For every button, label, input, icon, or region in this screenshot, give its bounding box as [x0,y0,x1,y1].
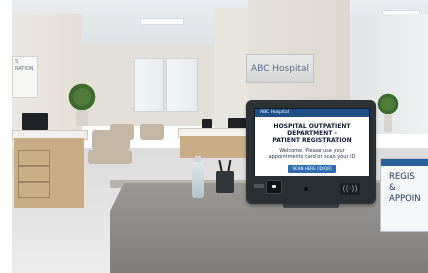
kiosk-message-line2: appointments card or scan your ID [268,154,356,160]
camera-icon [304,187,308,191]
hospital-lobby-scene: S RATION ABC Hospital ABC Hospital HOSPI… [0,0,428,273]
sign-line3: APPOIN [389,194,421,204]
waiting-chair [110,124,134,140]
window [134,58,164,112]
kiosk-welcome-message: Welcome. Please use your appointments ca… [255,148,369,160]
window [166,58,198,112]
left-wall-sign: S RATION [12,56,38,98]
kiosk-title-line1: HOSPITAL OUTPATIENT DEPARTMENT - [273,123,351,137]
plant-pot [384,114,392,132]
hospital-wall-sign: ABC Hospital [246,54,314,83]
sign-text: REGIS & APPOIN [381,166,428,205]
contactless-reader-icon[interactable]: ((·)) [340,183,360,195]
scanner-light [272,185,276,188]
potted-plant-icon [66,82,98,112]
potted-plant-icon [376,92,400,116]
left-sign-line1: S [15,59,19,65]
sign-line1: REGIS [389,172,415,182]
scan-id-button[interactable]: SCAN HERE [ID/QR] [288,165,336,173]
hand-sanitizer-bottle [192,162,204,198]
waiting-chair [88,150,132,164]
kiosk-brand: ABC Hospital [260,110,290,115]
left-sign-line2: RATION [15,66,34,72]
kiosk-screen: ABC Hospital HOSPITAL OUTPATIENT DEPARTM… [254,108,370,178]
desk-monitor [22,113,48,130]
ceiling-light [140,18,184,25]
usb-port[interactable] [254,184,264,188]
kiosk-title: HOSPITAL OUTPATIENT DEPARTMENT - PATIENT… [255,123,369,144]
desk-drawer [18,150,50,166]
reception-desk-center [180,136,252,158]
sign-line2: & [389,183,396,193]
sign-header-strip [381,159,428,166]
nfc-symbol: ((·)) [342,184,358,193]
wall-sign-text: ABC Hospital [250,63,310,74]
kiosk-title-line2: PATIENT REGISTRATION [272,137,352,144]
registration-sign: REGIS & APPOIN [380,158,428,232]
desk-drawer [18,182,50,198]
kiosk-header-bar: ABC Hospital [255,109,369,117]
desk-drawer [18,166,50,182]
pen-holder [216,171,234,193]
plant-pot [76,110,88,126]
waiting-chair [140,124,164,140]
